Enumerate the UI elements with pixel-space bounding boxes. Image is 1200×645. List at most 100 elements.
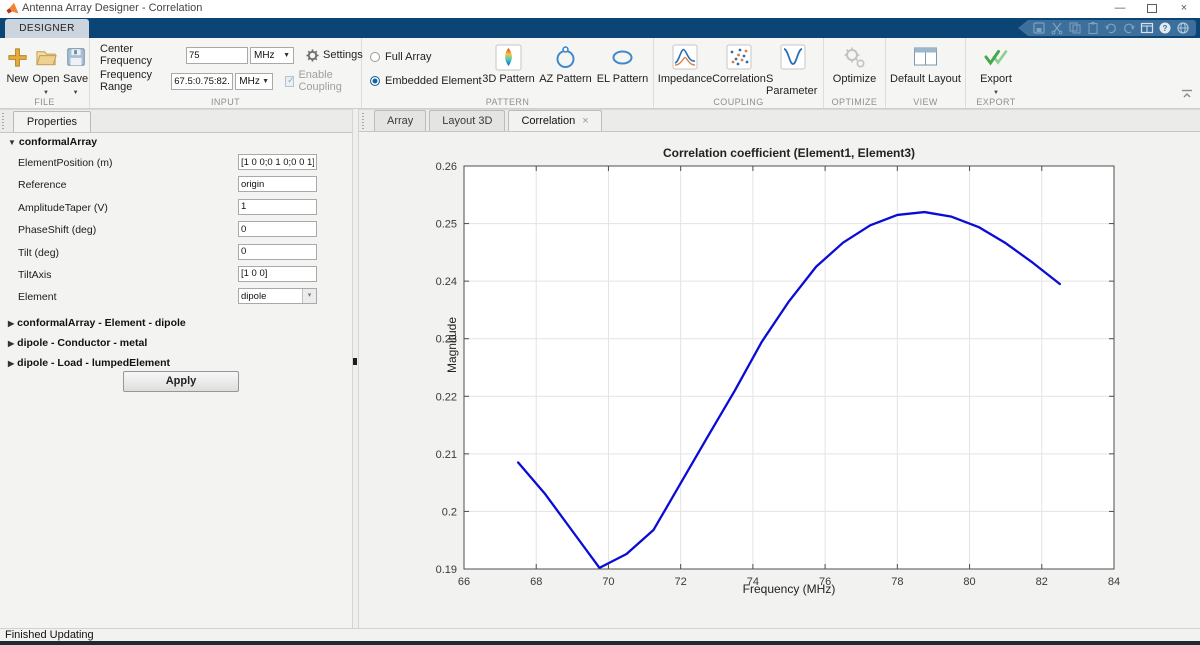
svg-text:0.24: 0.24 — [436, 276, 457, 288]
close-icon[interactable]: × — [582, 115, 588, 127]
property-input[interactable] — [238, 265, 317, 282]
tab-array[interactable]: Array — [374, 110, 427, 131]
property-input[interactable] — [238, 243, 317, 260]
close-button[interactable]: × — [1168, 0, 1200, 18]
property-group-header[interactable]: ▼ conformalArray — [8, 136, 97, 148]
tab-properties[interactable]: Properties — [13, 111, 91, 132]
canvas-panel: Array Layout 3D Correlation × 66 68 70 72 74 76 7… — [359, 109, 1200, 628]
settings-label: Settings — [323, 49, 363, 61]
save-label: Save — [63, 73, 89, 85]
ribbon-toolbar: New Open ▼ Save ▼ FILE Center Frequency — [0, 38, 1200, 109]
chevron-collapsed-icon: ▶ — [8, 339, 15, 348]
collapsed-section-1[interactable]: ▶ dipole - Conductor - metal — [0, 333, 352, 353]
el-pattern-label: EL Pattern — [596, 73, 649, 85]
community-icon[interactable] — [1176, 21, 1190, 35]
enable-coupling-checkbox[interactable]: Enable Coupling — [285, 69, 364, 93]
status-bar: Finished Updating — [0, 628, 1200, 641]
tab-designer[interactable]: DESIGNER — [5, 19, 89, 38]
collapsed-section-0[interactable]: ▶ conformalArray - Element - dipole — [0, 313, 352, 333]
chart-xlabel: Frequency (MHz) — [742, 582, 836, 596]
element-select[interactable]: dipole ▾ — [238, 288, 317, 305]
chevron-collapsed-icon: ▶ — [8, 319, 15, 328]
frequency-range-unit-select[interactable]: MHz ▼ — [235, 72, 274, 90]
settings-button[interactable]: Settings — [306, 48, 363, 62]
new-label: New — [6, 73, 29, 85]
correlation-plot: 66 68 70 72 74 76 78 80 82 840.190.20.210.220.230… — [436, 161, 1121, 588]
drag-handle-icon[interactable] — [2, 113, 4, 129]
embedded-element-radio[interactable]: Embedded Element — [370, 74, 482, 88]
3d-pattern-button[interactable]: 3D Pattern — [480, 43, 537, 85]
chart-title: Correlation coefficient (Element1, Eleme… — [662, 146, 916, 160]
apply-button[interactable]: Apply — [123, 371, 239, 392]
az-pattern-button[interactable]: AZ Pattern — [537, 43, 594, 85]
copy-icon[interactable] — [1068, 21, 1082, 35]
export-checkmark-icon — [983, 43, 1009, 71]
full-array-label: Full Array — [385, 51, 432, 63]
title-bar: Antenna Array Designer - Correlation — × — [0, 0, 1200, 18]
property-input[interactable] — [238, 221, 317, 238]
chart-ylabel: Magnitude — [445, 316, 459, 374]
optimize-label: Optimize — [832, 73, 877, 85]
open-folder-icon — [35, 43, 58, 71]
chevron-expanded-icon: ▼ — [8, 138, 16, 147]
el-pattern-icon — [609, 43, 636, 71]
property-row-3: PhaseShift (deg) — [0, 220, 352, 242]
quick-access-toolbar: ? — [1018, 20, 1196, 36]
optimize-button[interactable]: Optimize — [833, 43, 876, 85]
new-button[interactable]: New — [6, 43, 29, 99]
help-icon[interactable]: ? — [1158, 21, 1172, 35]
full-array-radio[interactable]: Full Array — [370, 50, 431, 64]
coupling-section-label: COUPLING — [713, 97, 764, 107]
property-label: AmplitudeTaper (V) — [18, 201, 108, 214]
input-section-label: INPUT — [211, 97, 240, 107]
collapse-ribbon-button[interactable] — [1181, 86, 1193, 104]
undo-icon[interactable] — [1104, 21, 1118, 35]
redo-icon[interactable] — [1122, 21, 1136, 35]
s-parameter-button[interactable]: S Parameter — [766, 43, 820, 97]
property-row-5: TiltAxis — [0, 265, 352, 287]
3d-pattern-icon — [495, 43, 522, 71]
paste-icon[interactable] — [1086, 21, 1100, 35]
embedded-element-label: Embedded Element — [385, 75, 482, 87]
export-button[interactable]: Export ▼ — [980, 43, 1012, 99]
chevron-down-icon: ▼ — [262, 77, 270, 85]
save-button[interactable]: Save ▼ — [63, 43, 88, 99]
center-frequency-unit-select[interactable]: MHz ▼ — [250, 46, 294, 64]
ribbon-spacer — [1026, 38, 1200, 108]
default-layout-button[interactable]: Default Layout — [890, 43, 961, 85]
open-button[interactable]: Open ▼ — [33, 43, 59, 99]
panel-splitter[interactable] — [352, 109, 359, 628]
correlation-button[interactable]: Correlation — [712, 43, 766, 97]
save-icon[interactable] — [1032, 21, 1046, 35]
property-input[interactable] — [238, 198, 317, 215]
az-pattern-label: AZ Pattern — [539, 73, 592, 85]
group-title: conformalArray — [18, 136, 98, 148]
minimize-button[interactable]: — — [1104, 0, 1136, 18]
default-layout-icon — [913, 43, 938, 71]
cut-icon[interactable] — [1050, 21, 1064, 35]
optimize-icon — [842, 43, 867, 71]
tab-layout-3d[interactable]: Layout 3D — [429, 110, 506, 131]
center-frequency-input[interactable] — [186, 46, 248, 64]
radio-unselected-icon — [370, 52, 380, 62]
frequency-range-input[interactable] — [171, 72, 234, 90]
property-row-4: Tilt (deg) — [0, 243, 352, 265]
impedance-button[interactable]: Impedance — [658, 43, 712, 97]
el-pattern-button[interactable]: EL Pattern — [594, 43, 651, 85]
splitter-knob[interactable] — [353, 358, 357, 365]
tab-correlation[interactable]: Correlation × — [508, 110, 602, 131]
tab-label: Correlation — [521, 115, 576, 127]
unit-value: MHz — [254, 49, 275, 61]
restore-button[interactable] — [1136, 0, 1168, 18]
layout-icon[interactable] — [1140, 21, 1154, 35]
property-label: Tilt (deg) — [18, 246, 60, 259]
property-fields: ElementPosition (m) Reference AmplitudeTap… — [0, 153, 352, 310]
drag-handle-icon[interactable] — [362, 113, 364, 129]
property-input[interactable] — [238, 176, 317, 193]
property-input[interactable] — [238, 154, 317, 170]
collapsed-section-2[interactable]: ▶ dipole - Load - lumpedElement — [0, 353, 352, 373]
open-label: Open — [32, 73, 60, 85]
enable-coupling-label: Enable Coupling — [298, 69, 342, 93]
property-row-1: Reference — [0, 175, 352, 197]
collapsed-section-label: dipole - Load - lumpedElement — [17, 357, 170, 369]
